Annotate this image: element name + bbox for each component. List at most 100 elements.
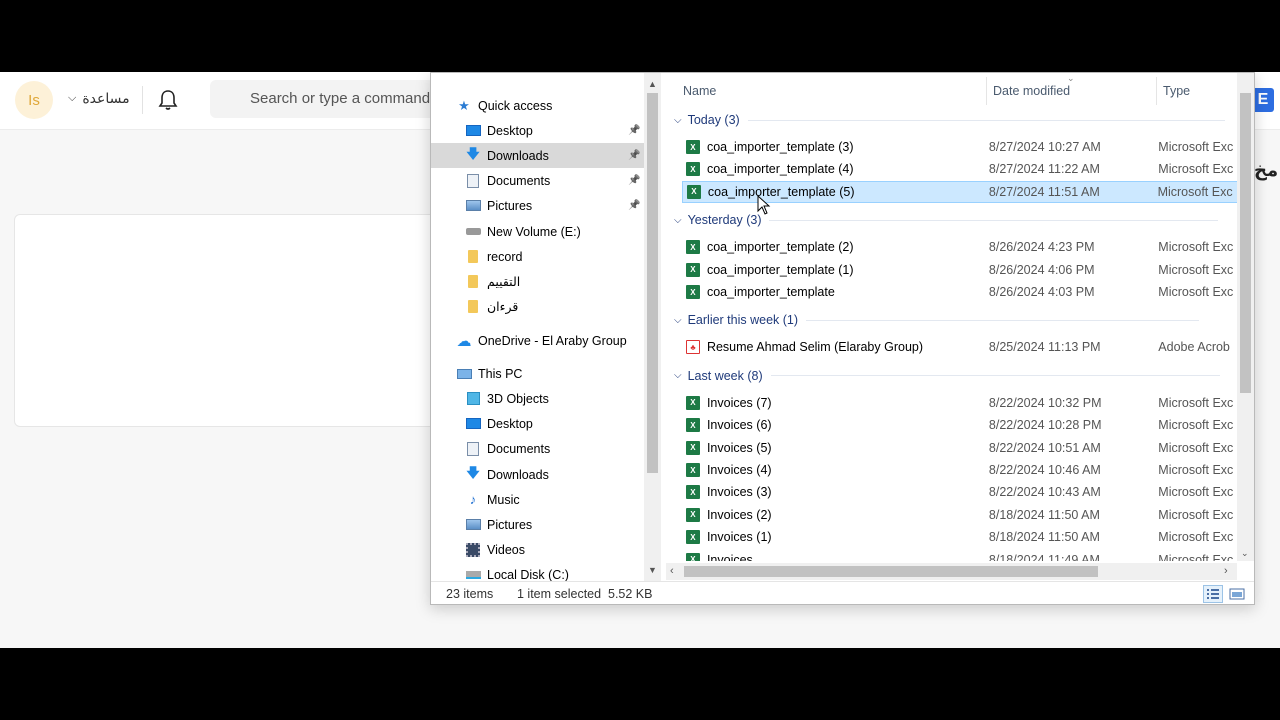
star-icon: ★: [458, 97, 470, 113]
user-avatar[interactable]: Is: [15, 81, 53, 119]
file-row[interactable]: X Invoices (3) 8/22/2024 10:43 AM Microsoft…: [682, 481, 1238, 503]
file-row[interactable]: Xcoa_importer_template (2) 8/26/2024 4:23…: [682, 236, 1238, 258]
file-name: Invoices (3): [706, 485, 772, 500]
collapse-chevron-icon[interactable]: ⌵: [674, 370, 682, 381]
excel-icon: X: [686, 440, 700, 455]
3d-objects-icon: [464, 391, 482, 407]
list-horizontal-scrollbar[interactable]: ‹ ›: [666, 563, 1237, 580]
help-label: مساعدة: [82, 90, 130, 106]
file-name: coa_importer_template (4): [706, 162, 854, 177]
nav-item-downloads[interactable]: 🡇 Downloads 📌: [431, 143, 644, 168]
scroll-right-icon[interactable]: ›: [1224, 565, 1228, 577]
nav-item-local-disk-c[interactable]: Local Disk (C:): [431, 562, 644, 581]
nav-item-quick-access[interactable]: ★ Quick access: [455, 93, 645, 118]
nav-item-3d-objects[interactable]: 3D Objects: [431, 386, 644, 411]
collapse-chevron-icon[interactable]: ⌵: [674, 115, 682, 126]
file-date: 8/26/2024 4:03 PM: [988, 285, 1095, 299]
column-date-header[interactable]: Date modified: [993, 84, 1070, 98]
file-row[interactable]: Xcoa_importer_template (3) 8/27/2024 10:2…: [682, 136, 1238, 158]
pictures-icon: [464, 198, 482, 214]
group-header[interactable]: ⌵ Earlier this week (1): [674, 313, 1200, 327]
file-row[interactable]: X Invoices (6) 8/22/2024 10:28 PM Microsoft…: [682, 414, 1238, 436]
file-row[interactable]: X Invoices (5) 8/22/2024 10:51 AM Microsoft…: [682, 437, 1238, 459]
file-date: 8/26/2024 4:23 PM: [988, 240, 1095, 255]
column-divider[interactable]: [1156, 77, 1157, 105]
excel-icon: X: [687, 184, 701, 199]
group-divider: [770, 375, 1220, 377]
file-row[interactable]: ♣ Resume Ahmad Selim (Elaraby Group) 8/25/…: [682, 336, 1238, 358]
nav-item-label: Music: [487, 492, 520, 507]
file-row[interactable]: X Invoices (1) 8/18/2024 11:50 AM Microsoft…: [682, 526, 1238, 548]
file-row[interactable]: X Invoices (7) 8/22/2024 10:32 PM Microsoft…: [682, 392, 1238, 414]
large-icons-view-button[interactable]: [1227, 585, 1247, 603]
nav-item-pictures[interactable]: Pictures 📌: [431, 193, 644, 218]
nav-item-label: Quick access: [478, 98, 553, 113]
nav-item-new-volume-e[interactable]: New Volume (E:): [431, 219, 644, 244]
file-name: coa_importer_template (2): [706, 240, 854, 255]
scroll-down-icon[interactable]: ▼: [648, 565, 657, 575]
group-header[interactable]: ⌵ Today (3): [674, 113, 1225, 127]
folder-icon: [464, 274, 482, 290]
group-header[interactable]: ⌵ Yesterday (3): [674, 213, 1219, 228]
excel-icon: X: [686, 418, 700, 433]
nav-item-desktop[interactable]: Desktop 📌: [431, 118, 644, 143]
details-view-button[interactable]: [1203, 585, 1223, 603]
group-label: Yesterday (3): [687, 213, 762, 228]
horizontal-scroll-thumb[interactable]: [684, 566, 1098, 577]
collapse-chevron-icon[interactable]: ⌵: [674, 215, 682, 226]
scroll-left-icon[interactable]: ‹: [670, 565, 674, 577]
file-type: Microsoft Exc: [1158, 485, 1234, 500]
nav-item-videos[interactable]: Videos: [431, 537, 644, 562]
nav-item-music[interactable]: ♪ Music: [431, 487, 644, 512]
nav-item-documents[interactable]: Documents: [431, 436, 644, 461]
pc-icon: [455, 366, 473, 382]
column-divider[interactable]: [986, 77, 987, 105]
nav-item-label: Pictures: [487, 517, 533, 532]
nav-scrollbar[interactable]: ▲ ▼: [644, 73, 661, 581]
nav-item-label: Videos: [487, 542, 525, 557]
column-name-header[interactable]: Name: [683, 84, 716, 98]
file-type: Microsoft Exc: [1158, 285, 1234, 299]
selection-size: 5.52 KB: [608, 587, 653, 601]
music-icon: ♪: [469, 492, 477, 507]
nav-item-downloads[interactable]: 🡇 Downloads: [431, 462, 644, 487]
bell-icon[interactable]: [158, 89, 178, 111]
nav-item-pictures[interactable]: Pictures: [431, 512, 644, 537]
file-row[interactable]: X Invoices (4) 8/22/2024 10:46 AM Microsoft…: [682, 459, 1238, 481]
file-date: 8/27/2024 11:22 AM: [988, 162, 1100, 177]
nav-item-التقييم[interactable]: التقييم: [431, 269, 644, 294]
scroll-up-icon[interactable]: ▲: [648, 79, 657, 89]
file-type: Microsoft Exc: [1158, 240, 1234, 255]
file-row[interactable]: X Invoices 8/18/2024 11:49 AM Microsoft Exc: [682, 549, 1238, 561]
file-name: Invoices (1): [706, 530, 772, 545]
list-scroll-thumb[interactable]: [1240, 93, 1251, 393]
disk-icon: [464, 567, 482, 582]
onedrive-icon: ☁: [456, 332, 472, 350]
group-header[interactable]: ⌵ Last week (8): [674, 369, 1220, 383]
file-name: Invoices (6): [706, 418, 772, 433]
nav-item-record[interactable]: record: [431, 244, 644, 269]
column-type-header[interactable]: Type: [1163, 84, 1190, 98]
nav-item-documents[interactable]: Documents 📌: [431, 168, 644, 193]
collapse-chevron-icon[interactable]: ⌵: [674, 315, 682, 326]
file-name: Invoices (7): [706, 395, 772, 410]
file-type: Microsoft Exc: [1158, 530, 1234, 545]
file-row[interactable]: Xcoa_importer_template (4) 8/27/2024 11:2…: [682, 158, 1238, 180]
file-type: Microsoft Exc: [1158, 552, 1234, 561]
file-row[interactable]: Xcoa_importer_template 8/26/2024 4:03 PM M…: [682, 281, 1238, 303]
file-row[interactable]: X Invoices (2) 8/18/2024 11:50 AM Microsoft…: [682, 504, 1238, 526]
nav-item-this-pc[interactable]: This PC: [455, 361, 645, 386]
nav-scroll-thumb[interactable]: [647, 93, 658, 473]
excel-icon: X: [686, 463, 700, 477]
nav-item-label: Documents: [487, 441, 551, 456]
scroll-down-icon[interactable]: ⌄: [1241, 548, 1249, 559]
help-menu[interactable]: ⌵ مساعدة: [68, 90, 130, 107]
nav-item-desktop[interactable]: Desktop: [431, 411, 644, 436]
nav-item-onedrive-el-araby-group[interactable]: ☁ OneDrive - El Araby Group: [455, 328, 645, 353]
file-type: Microsoft Exc: [1158, 463, 1234, 477]
file-row[interactable]: Xcoa_importer_template (1) 8/26/2024 4:06…: [682, 259, 1238, 281]
nav-item-قرءان[interactable]: قرءان: [431, 294, 644, 319]
excel-icon: X: [686, 285, 700, 299]
list-vertical-scrollbar[interactable]: ⌄: [1237, 73, 1254, 561]
group-label: Today (3): [687, 113, 740, 127]
